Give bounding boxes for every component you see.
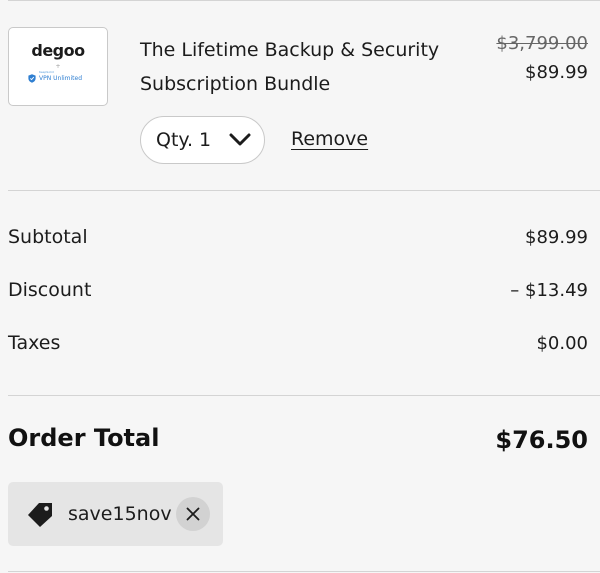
degoo-logo: degoo xyxy=(31,41,85,60)
chevron-down-icon xyxy=(229,133,251,146)
sale-price: $89.99 xyxy=(525,62,588,83)
order-total-label: Order Total xyxy=(8,424,160,452)
bottom-divider xyxy=(8,571,600,572)
shield-icon xyxy=(28,74,36,83)
subtotal-label: Subtotal xyxy=(8,226,88,248)
cart-page: degoo + KeepSolid VPN Unlimited The Life… xyxy=(0,0,600,573)
discount-value: – $13.49 xyxy=(510,280,588,301)
plus-sign: + xyxy=(55,63,61,70)
remove-promo-button[interactable] xyxy=(176,497,210,531)
subtotal-value: $89.99 xyxy=(525,227,588,248)
divider xyxy=(8,190,600,191)
vpn-label: VPN Unlimited xyxy=(39,75,83,82)
discount-label: Discount xyxy=(8,279,92,301)
close-icon xyxy=(186,507,200,521)
order-total-value: $76.50 xyxy=(495,426,588,454)
taxes-label: Taxes xyxy=(8,332,61,354)
promo-code-chip: save15nov xyxy=(8,482,223,546)
divider xyxy=(8,395,600,396)
tag-icon xyxy=(28,503,52,527)
product-title[interactable]: The Lifetime Backup & Security Subscript… xyxy=(140,33,460,101)
promo-code-text: save15nov xyxy=(68,503,172,525)
original-price: $3,799.00 xyxy=(496,33,588,54)
quantity-label: Qty. 1 xyxy=(156,129,212,151)
top-divider xyxy=(8,0,600,1)
product-thumbnail[interactable]: degoo + KeepSolid VPN Unlimited xyxy=(8,27,108,106)
vpn-logo: VPN Unlimited xyxy=(28,74,82,83)
quantity-select[interactable]: Qty. 1 xyxy=(140,116,265,164)
remove-link[interactable]: Remove xyxy=(291,128,368,150)
taxes-value: $0.00 xyxy=(536,333,588,354)
